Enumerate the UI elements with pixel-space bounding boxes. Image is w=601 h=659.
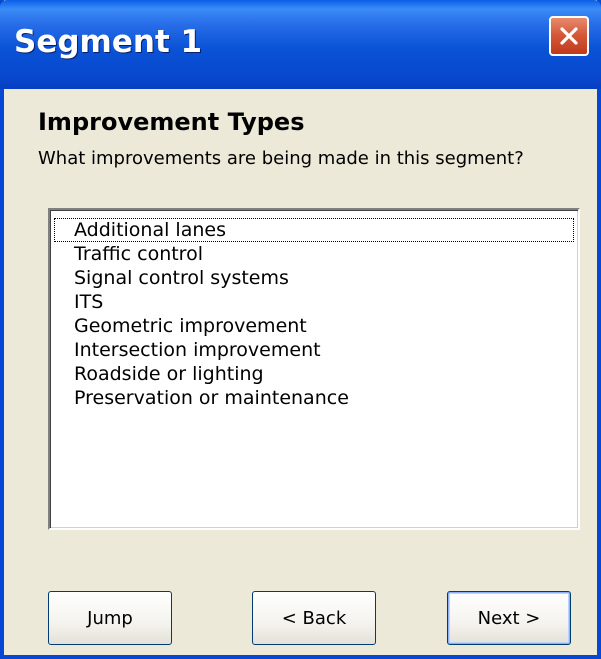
list-item-preservation-or-maintenance[interactable]: Preservation or maintenance xyxy=(54,386,574,410)
question-text: What improvements are being made in this… xyxy=(38,148,524,169)
back-button[interactable]: < Back xyxy=(252,591,376,645)
close-icon xyxy=(560,27,578,45)
list-item-its[interactable]: ITS xyxy=(54,290,574,314)
improvement-type-list[interactable]: Additional lanes Traffic control Signal … xyxy=(48,208,580,530)
list-item-geometric-improvement[interactable]: Geometric improvement xyxy=(54,314,574,338)
list-item-traffic-control[interactable]: Traffic control xyxy=(54,242,574,266)
next-button[interactable]: Next > xyxy=(447,591,571,645)
close-button[interactable] xyxy=(549,16,589,56)
window-title: Segment 1 xyxy=(14,24,203,60)
list-item-signal-control-systems[interactable]: Signal control systems xyxy=(54,266,574,290)
list-item-intersection-improvement[interactable]: Intersection improvement xyxy=(54,338,574,362)
dialog-window: Segment 1 Improvement Types What improve… xyxy=(0,0,601,659)
jump-button[interactable]: Jump xyxy=(48,591,172,645)
title-bar[interactable]: Segment 1 xyxy=(0,0,601,89)
list-item-additional-lanes[interactable]: Additional lanes xyxy=(54,218,574,242)
page-heading: Improvement Types xyxy=(38,108,305,136)
list-item-roadside-or-lighting[interactable]: Roadside or lighting xyxy=(54,362,574,386)
